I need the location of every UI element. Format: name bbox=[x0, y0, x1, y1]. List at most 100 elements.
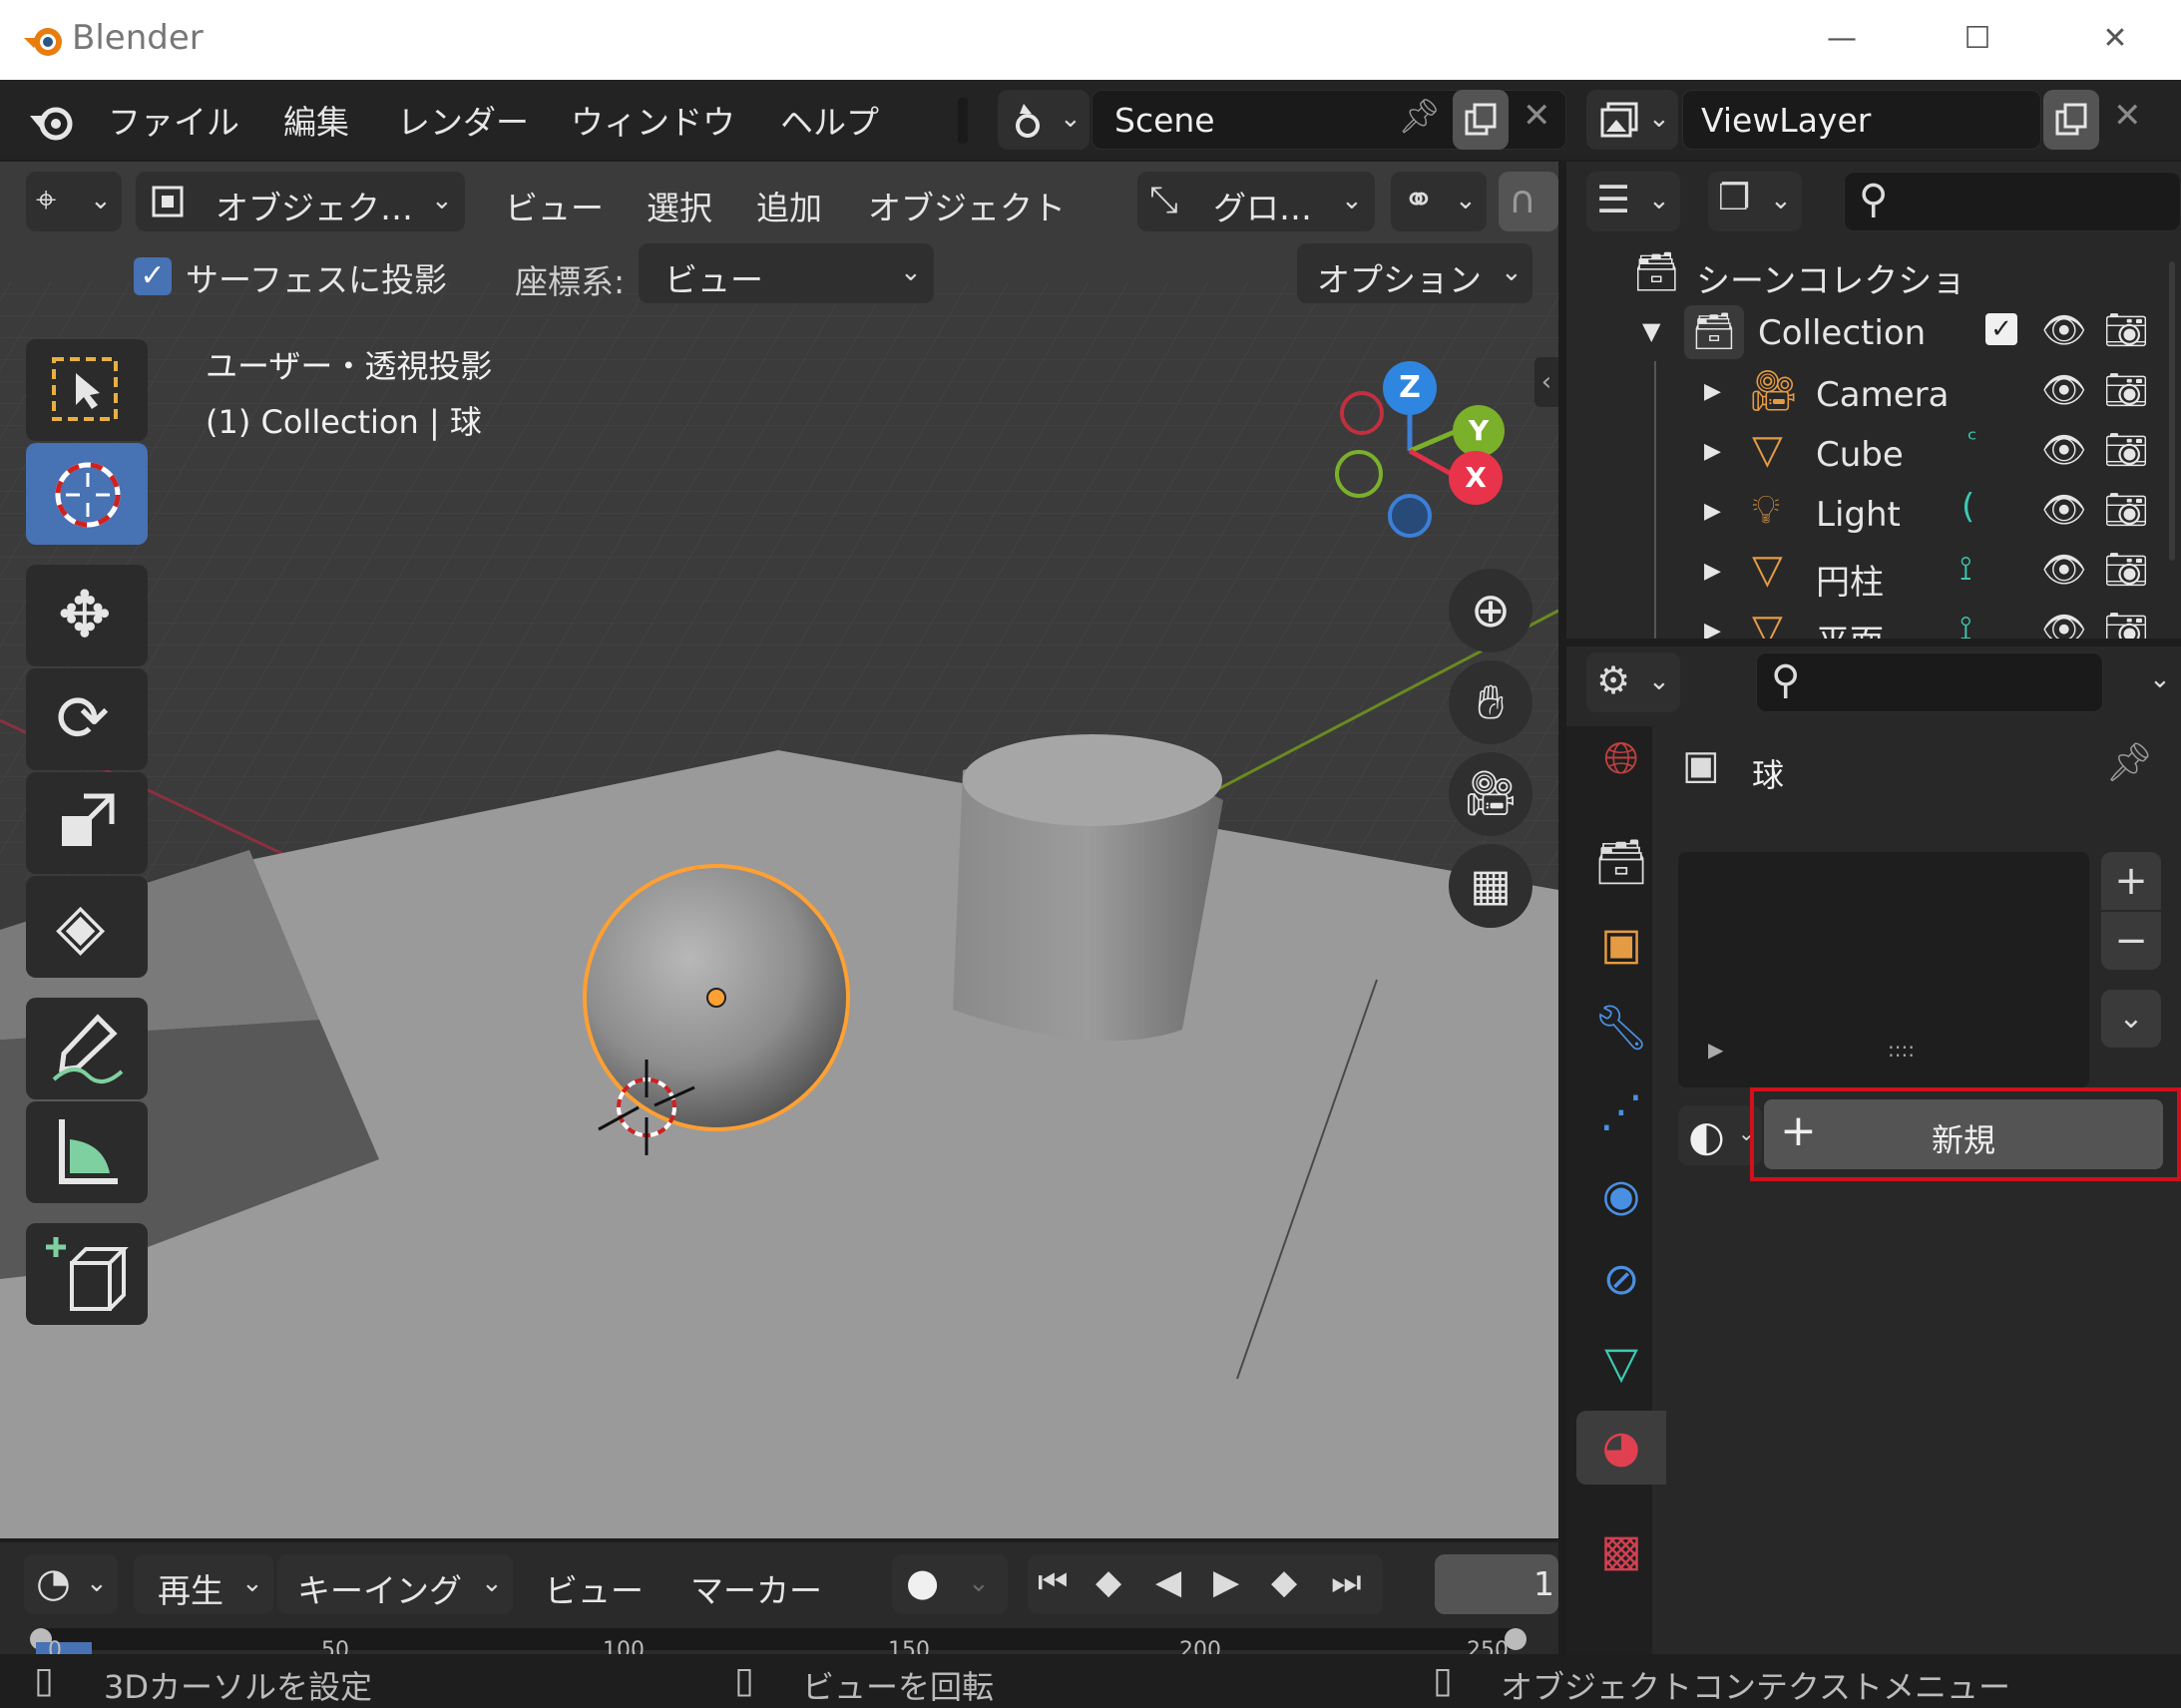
expand-triangle-icon[interactable]: ▶ bbox=[1704, 379, 1721, 404]
timeline-menu-view[interactable]: ビュー bbox=[545, 1564, 644, 1612]
cursor-tool[interactable] bbox=[26, 443, 148, 545]
menu-help[interactable]: ヘルプ bbox=[780, 96, 879, 144]
jump-start-icon[interactable]: ⏮︎ bbox=[1038, 1562, 1069, 1602]
pin-icon[interactable]: 📌︎ bbox=[2105, 740, 2153, 785]
rotate-tool[interactable]: ⟳ bbox=[26, 668, 148, 770]
visibility-eye-icon[interactable]: 👁︎ bbox=[2041, 369, 2087, 411]
editor-type-button[interactable]: ⌖ ⌄ bbox=[26, 172, 122, 231]
expand-triangle-icon[interactable]: ▶ bbox=[1708, 1038, 1723, 1062]
snap-surface-checkbox[interactable]: ✓ bbox=[134, 257, 172, 295]
viewlayer-browse-button[interactable]: ⌄ bbox=[1586, 90, 1678, 150]
maximize-button[interactable]: ☐ bbox=[1948, 14, 2007, 64]
particles-tab-icon[interactable]: ⋰ bbox=[1576, 1075, 1666, 1149]
world-tab-icon[interactable]: 🌐︎ bbox=[1576, 722, 1666, 796]
texture-tab-icon[interactable]: ▩ bbox=[1576, 1514, 1666, 1588]
expand-triangle-icon[interactable]: ▼ bbox=[1642, 317, 1660, 345]
transform-orientation-dropdown[interactable]: ⤡ グロ… ⌄ bbox=[1137, 172, 1375, 231]
menu-render[interactable]: レンダー bbox=[397, 96, 529, 144]
pivot-dropdown[interactable]: ⚭ ⌄ bbox=[1391, 172, 1487, 231]
transform-tool[interactable]: ◈ bbox=[26, 876, 148, 978]
outliner-editor-type[interactable]: ☰ ⌄ bbox=[1586, 172, 1680, 231]
constraints-tab-icon[interactable]: ⊘ bbox=[1576, 1243, 1666, 1317]
measure-tool[interactable] bbox=[26, 1101, 148, 1203]
outliner-row-cube[interactable]: ▶ ▽ Cube ᶜ 👁︎ 📷︎ bbox=[1566, 425, 2181, 485]
material-tab-icon[interactable]: ◕ bbox=[1576, 1411, 1666, 1485]
3d-viewport[interactable]: ⌖ ⌄ オブジェク… ⌄ ビュー 選択 追加 オブジェクト ⤡ グロ… ⌄ ⚭ … bbox=[0, 162, 1558, 1538]
render-camera-icon[interactable]: 📷︎ bbox=[2103, 549, 2149, 591]
new-viewlayer-button[interactable] bbox=[2043, 90, 2099, 150]
render-camera-icon[interactable]: 📷︎ bbox=[2103, 309, 2149, 351]
visibility-eye-icon[interactable]: 👁︎ bbox=[2041, 429, 2087, 471]
expand-triangle-icon[interactable]: ▶ bbox=[1704, 559, 1721, 584]
visibility-eye-icon[interactable]: 👁︎ bbox=[2041, 309, 2087, 351]
mode-dropdown[interactable]: オブジェク… ⌄ bbox=[136, 172, 465, 231]
viewport-menu-object[interactable]: オブジェクト bbox=[868, 182, 1066, 229]
pan-hand-icon[interactable]: ✋︎ bbox=[1449, 660, 1532, 744]
scale-tool[interactable] bbox=[26, 772, 148, 874]
gizmo-x-axis[interactable]: X bbox=[1449, 451, 1503, 505]
timeline-scrubber[interactable] bbox=[30, 1628, 1527, 1650]
render-camera-icon[interactable]: 📷︎ bbox=[2103, 489, 2149, 531]
options-dropdown[interactable]: オプション ⌄ bbox=[1297, 243, 1532, 303]
list-resize-grip[interactable]: :::: bbox=[1888, 1038, 1915, 1062]
sidebar-toggle-icon[interactable]: ‹ bbox=[1534, 357, 1558, 407]
zoom-icon[interactable]: ⊕ bbox=[1449, 569, 1532, 652]
annotate-tool[interactable] bbox=[26, 998, 148, 1099]
perspective-grid-icon[interactable]: ▦ bbox=[1449, 844, 1532, 928]
expand-triangle-icon[interactable]: ▶ bbox=[1704, 619, 1721, 639]
camera-view-icon[interactable]: 🎥︎ bbox=[1449, 752, 1532, 836]
viewport-menu-select[interactable]: 選択 bbox=[647, 182, 712, 229]
outliner-row-camera[interactable]: ▶ 🎥︎ Camera 👁︎ 📷︎ bbox=[1566, 365, 2181, 425]
chevron-down-icon[interactable]: ⌄ bbox=[2149, 664, 2171, 694]
expand-triangle-icon[interactable]: ▶ bbox=[1704, 439, 1721, 464]
outliner-row-light[interactable]: ▶ 💡︎ Light ( 👁︎ 📷︎ bbox=[1566, 485, 2181, 545]
close-window-button[interactable]: ✕ bbox=[2085, 14, 2145, 64]
viewlayer-name-field[interactable]: ViewLayer bbox=[1682, 90, 2041, 150]
outliner-search-input[interactable]: ⚲ bbox=[1844, 172, 2181, 231]
remove-scene-icon[interactable]: ✕ bbox=[1523, 96, 1551, 136]
outliner-row-cylinder[interactable]: ▶ ▽ 円柱 ⟟ 👁︎ 📷︎ bbox=[1566, 545, 2181, 605]
current-frame-field[interactable]: 1 bbox=[1435, 1554, 1558, 1614]
blender-menu-icon[interactable] bbox=[26, 100, 78, 144]
properties-search-input[interactable]: ⚲ bbox=[1756, 652, 2103, 712]
add-cube-tool[interactable] bbox=[26, 1223, 148, 1325]
move-tool[interactable]: ✥ bbox=[26, 565, 148, 666]
snap-toggle[interactable]: ∩ bbox=[1499, 172, 1558, 231]
physics-tab-icon[interactable]: ◉ bbox=[1576, 1159, 1666, 1233]
remove-slot-button[interactable]: − bbox=[2101, 912, 2161, 970]
next-keyframe-icon[interactable]: ◆ bbox=[1271, 1562, 1297, 1602]
select-box-tool[interactable] bbox=[26, 339, 148, 441]
display-mode-dropdown[interactable]: ❐ ⌄ bbox=[1708, 172, 1802, 231]
outliner-scrollbar[interactable] bbox=[2169, 261, 2175, 561]
pin-icon[interactable]: 📌︎ bbox=[1398, 97, 1441, 137]
add-slot-button[interactable]: + bbox=[2101, 852, 2161, 910]
render-camera-icon[interactable]: 📷︎ bbox=[2103, 429, 2149, 471]
menu-file[interactable]: ファイル bbox=[108, 96, 239, 144]
gizmo-y-axis[interactable]: Y bbox=[1453, 405, 1505, 457]
new-scene-button[interactable] bbox=[1453, 90, 1509, 150]
object-tab-icon[interactable]: ▣ bbox=[1576, 908, 1666, 982]
menu-window[interactable]: ウィンドウ bbox=[571, 96, 735, 144]
play-icon[interactable]: ▶ bbox=[1213, 1562, 1239, 1602]
outliner-row-scene-collection[interactable]: 🗃︎ シーンコレクション bbox=[1566, 245, 2181, 305]
play-reverse-icon[interactable]: ◀ bbox=[1155, 1562, 1181, 1602]
visibility-eye-icon[interactable]: 👁︎ bbox=[2041, 549, 2087, 591]
material-slot-list[interactable]: ▶ :::: bbox=[1678, 852, 2089, 1087]
viewport-menu-view[interactable]: ビュー bbox=[505, 182, 604, 229]
gizmo-z-axis[interactable]: Z bbox=[1383, 361, 1437, 415]
remove-viewlayer-icon[interactable]: ✕ bbox=[2113, 96, 2142, 136]
viewport-menu-add[interactable]: 追加 bbox=[756, 182, 822, 229]
keying-dropdown[interactable]: キーイング ⌄ bbox=[277, 1554, 513, 1614]
new-material-button[interactable]: + 新規 bbox=[1764, 1099, 2163, 1169]
modifier-wrench-icon[interactable]: 🔧︎ bbox=[1576, 992, 1666, 1066]
timeline-menu-marker[interactable]: マーカー bbox=[690, 1564, 822, 1612]
expand-triangle-icon[interactable]: ▶ bbox=[1704, 499, 1721, 524]
outliner-row-plane[interactable]: ▶ ▽ 平面 ⟟ 👁︎ 📷︎ bbox=[1566, 605, 2181, 639]
auto-keying-toggle[interactable]: ● ⌄ bbox=[892, 1554, 1008, 1614]
coord-system-dropdown[interactable]: ビュー ⌄ bbox=[639, 243, 934, 303]
outliner-row-collection[interactable]: ▼ 🗃︎ Collection ✓ 👁︎ 📷︎ bbox=[1566, 305, 2181, 365]
scene-browse-button[interactable]: ⌄ bbox=[998, 90, 1090, 150]
collection-tab-icon[interactable]: 🗃︎ bbox=[1576, 826, 1666, 900]
visibility-eye-icon[interactable]: 👁︎ bbox=[2041, 489, 2087, 531]
playback-dropdown[interactable]: 再生 ⌄ bbox=[134, 1554, 273, 1614]
